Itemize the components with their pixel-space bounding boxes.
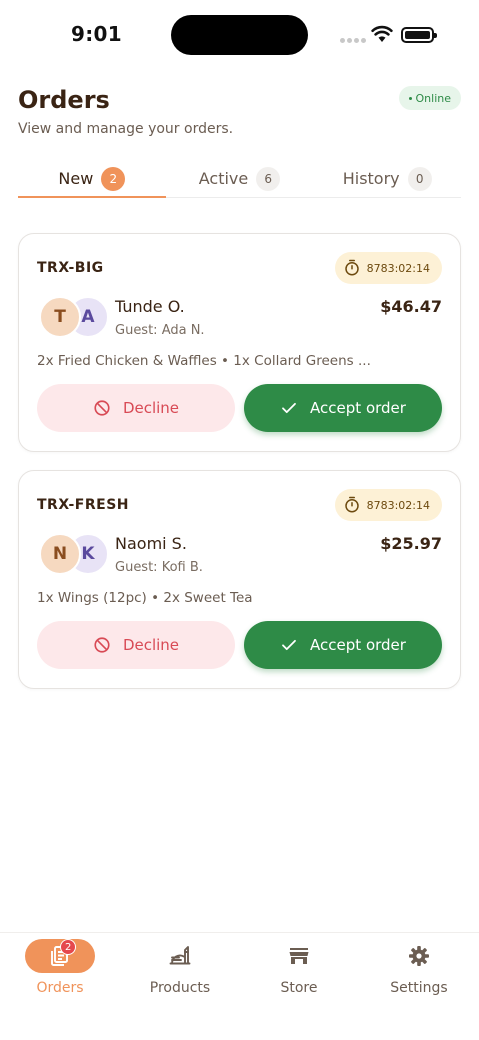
tab-label: Active bbox=[198, 169, 249, 188]
order-id: TRX-FRESH bbox=[37, 497, 129, 513]
avatar-group: T A bbox=[39, 296, 111, 340]
page-subtitle: View and manage your orders. bbox=[18, 121, 234, 137]
stopwatch-icon bbox=[344, 259, 359, 276]
customer-avatar: T bbox=[39, 296, 81, 338]
nav-pill: 2 bbox=[25, 939, 95, 973]
dynamic-island bbox=[171, 15, 308, 55]
order-card[interactable]: TRX-FRESH 8783:02:14 N K Naomi S. Guest:… bbox=[18, 470, 461, 689]
page-title: Orders bbox=[18, 86, 110, 114]
tab-active[interactable]: Active 6 bbox=[166, 160, 314, 197]
decline-label: Decline bbox=[122, 636, 180, 654]
ban-icon bbox=[94, 637, 110, 653]
nav-label: Products bbox=[149, 980, 211, 996]
online-status-badge: Online bbox=[398, 86, 461, 110]
decline-button[interactable]: Decline bbox=[37, 384, 235, 432]
battery-icon bbox=[401, 27, 437, 43]
bottom-nav: 2 Orders Products Store Settings bbox=[0, 932, 479, 1040]
accept-order-button[interactable]: Accept order bbox=[244, 621, 442, 669]
order-timer-chip: 8783:02:14 bbox=[334, 489, 442, 521]
tab-label: New bbox=[58, 169, 94, 188]
nav-item-store[interactable]: Store bbox=[249, 939, 349, 996]
wifi-icon bbox=[371, 25, 393, 42]
stopwatch-icon bbox=[344, 496, 359, 513]
tab-label: History bbox=[342, 169, 400, 188]
order-tabs: New 2 Active 6 History 0 bbox=[18, 160, 461, 198]
nav-item-products[interactable]: Products bbox=[130, 939, 230, 996]
order-id: TRX-BIG bbox=[37, 260, 104, 276]
online-dot-icon bbox=[408, 96, 412, 100]
nav-item-settings[interactable]: Settings bbox=[369, 939, 469, 996]
cellular-signal-icon bbox=[340, 38, 366, 43]
online-label: Online bbox=[415, 91, 451, 105]
tab-count-badge: 0 bbox=[407, 166, 432, 191]
nav-pill bbox=[145, 939, 215, 973]
status-time: 9:01 bbox=[71, 22, 122, 46]
guest-name: Guest: Ada N. bbox=[115, 323, 205, 338]
accept-label: Accept order bbox=[310, 636, 406, 654]
accept-order-button[interactable]: Accept order bbox=[244, 384, 442, 432]
nav-label: Settings bbox=[390, 980, 448, 996]
avatar-group: N K bbox=[39, 533, 111, 577]
order-timer-chip: 8783:02:14 bbox=[334, 252, 442, 284]
gear-icon bbox=[409, 946, 429, 966]
order-card[interactable]: TRX-BIG 8783:02:14 T A Tunde O. Guest: A… bbox=[18, 233, 461, 452]
status-bar: 9:01 bbox=[0, 0, 479, 70]
tab-count-badge: 2 bbox=[101, 166, 126, 191]
store-icon bbox=[289, 948, 309, 964]
order-timer: 8783:02:14 bbox=[366, 261, 430, 275]
ban-icon bbox=[94, 400, 110, 416]
nav-label: Orders bbox=[36, 980, 84, 996]
order-timer: 8783:02:14 bbox=[366, 498, 430, 512]
order-total: $25.97 bbox=[380, 534, 442, 553]
decline-label: Decline bbox=[122, 399, 180, 417]
customer-name: Tunde O. bbox=[115, 297, 185, 316]
products-icon bbox=[169, 946, 191, 965]
guest-name: Guest: Kofi B. bbox=[115, 560, 203, 575]
check-icon bbox=[282, 402, 296, 414]
order-total: $46.47 bbox=[380, 297, 442, 316]
tab-new[interactable]: New 2 bbox=[18, 160, 166, 198]
order-items-summary: 1x Wings (12pc) • 2x Sweet Tea bbox=[37, 590, 253, 606]
nav-pill bbox=[264, 939, 334, 973]
decline-button[interactable]: Decline bbox=[37, 621, 235, 669]
customer-name: Naomi S. bbox=[115, 534, 187, 553]
check-icon bbox=[282, 639, 296, 651]
nav-label: Store bbox=[280, 980, 318, 996]
tab-count-badge: 6 bbox=[256, 166, 281, 191]
order-items-summary: 2x Fried Chicken & Waffles • 1x Collard … bbox=[37, 353, 371, 369]
nav-pill bbox=[384, 939, 454, 973]
customer-avatar: N bbox=[39, 533, 81, 575]
tab-history[interactable]: History 0 bbox=[313, 160, 461, 197]
nav-item-orders[interactable]: 2 Orders bbox=[10, 939, 110, 996]
orders-count-badge: 2 bbox=[60, 939, 77, 955]
accept-label: Accept order bbox=[310, 399, 406, 417]
